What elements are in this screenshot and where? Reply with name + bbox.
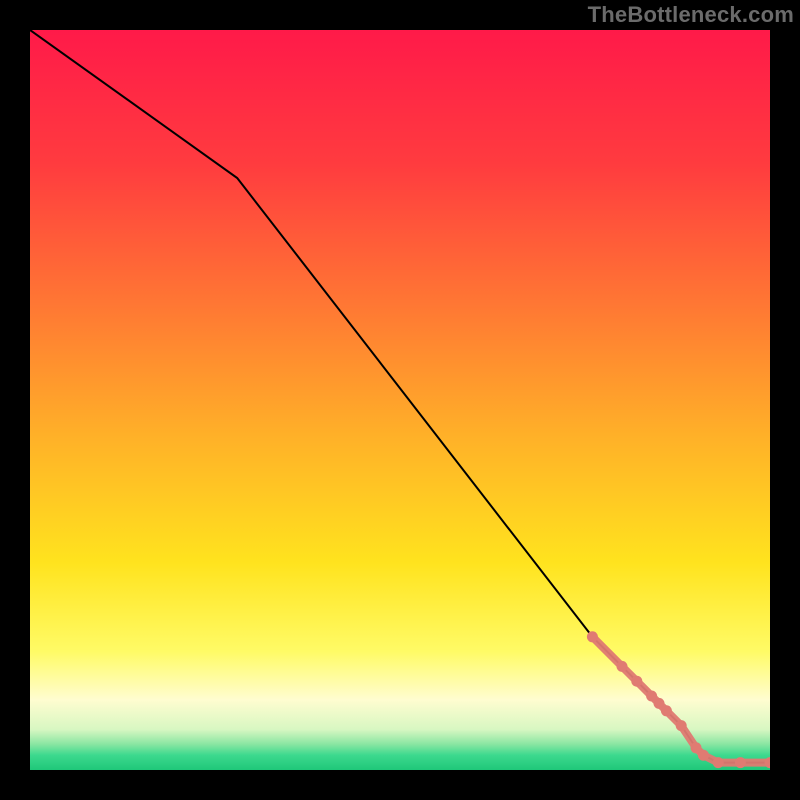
plot-area [30,30,770,770]
gradient-background [30,30,770,770]
plot-svg [30,30,770,770]
chart-frame: TheBottleneck.com [0,0,800,800]
watermark-text: TheBottleneck.com [588,2,794,28]
